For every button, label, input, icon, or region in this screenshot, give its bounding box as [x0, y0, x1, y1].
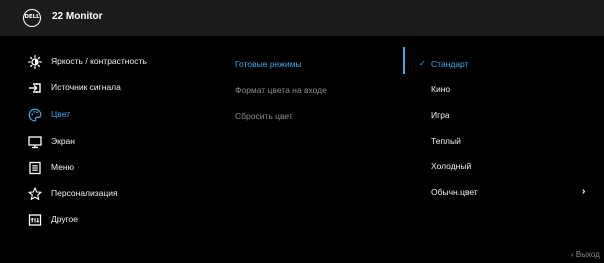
option-warm[interactable]: Теплый — [405, 130, 604, 154]
option-label: Холодный — [431, 161, 472, 171]
star-icon — [28, 187, 42, 201]
menu-item-color[interactable]: Цвет — [0, 103, 215, 127]
option-standard[interactable]: ✓ Стандарт — [405, 53, 604, 77]
menu-item-label: Источник сигнала — [51, 82, 121, 92]
menu-icon — [28, 161, 42, 175]
option-label: Игра — [431, 110, 450, 120]
option-custom-color[interactable]: Обычн.цвет › — [405, 181, 604, 205]
option-label: Стандарт — [431, 59, 469, 69]
menu-item-input-source[interactable]: Источник сигнала — [0, 76, 215, 100]
chevron-right-icon: › — [582, 186, 586, 197]
display-icon — [28, 135, 42, 149]
submenu-preset-modes[interactable]: Готовые режимы — [235, 59, 302, 79]
option-cool[interactable]: Холодный — [405, 155, 604, 179]
option-label: Кино — [431, 84, 451, 94]
brightness-icon — [28, 55, 42, 69]
menu-item-label: Другое — [51, 214, 79, 224]
exit-button[interactable]: ‹ Выход — [571, 250, 600, 259]
input-source-icon — [28, 81, 42, 95]
dell-logo: DELL — [23, 9, 41, 27]
menu-item-label: Персонализация — [51, 188, 118, 198]
menu-item-personalization[interactable]: Персонализация — [0, 182, 215, 206]
option-movie[interactable]: Кино — [405, 78, 604, 102]
other-icon — [28, 213, 42, 227]
menu-item-display[interactable]: Экран — [0, 130, 215, 154]
osd-header: DELL 22 Monitor — [0, 0, 604, 36]
monitor-osd: DELL 22 Monitor Яркость / контрастность — [0, 0, 604, 263]
option-label: Обычн.цвет — [431, 187, 478, 197]
palette-icon — [28, 108, 42, 122]
submenu-reset-color[interactable]: Сбросить цвет — [235, 111, 293, 131]
monitor-model-title: 22 Monitor — [52, 11, 103, 22]
submenu-input-color-format[interactable]: Формат цвета на входе — [235, 85, 327, 105]
menu-item-menu[interactable]: Меню — [0, 156, 215, 180]
menu-item-label: Яркость / контрастность — [51, 56, 147, 66]
option-label: Теплый — [431, 136, 461, 146]
menu-item-label: Экран — [51, 136, 75, 146]
option-game[interactable]: Игра — [405, 104, 604, 128]
menu-item-brightness-contrast[interactable]: Яркость / контрастность — [0, 50, 215, 74]
menu-item-other[interactable]: Другое — [0, 208, 215, 232]
checkmark-icon: ✓ — [419, 59, 426, 68]
menu-item-label: Меню — [51, 162, 74, 172]
menu-item-label: Цвет — [51, 109, 71, 119]
